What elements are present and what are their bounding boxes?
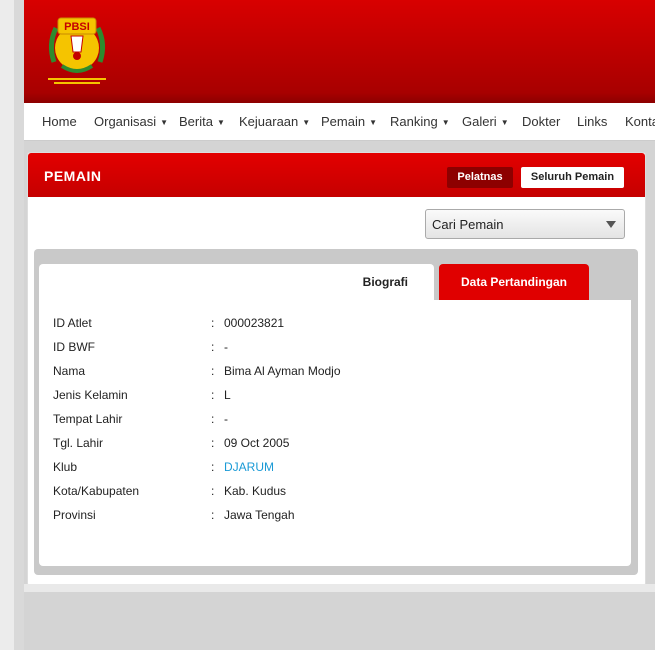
- dropdown-arrow-icon: [606, 221, 616, 228]
- nav-berita[interactable]: Berita ▼: [179, 114, 225, 129]
- nav-ranking[interactable]: Ranking ▼: [390, 114, 450, 129]
- caret-down-icon: ▼: [441, 118, 450, 128]
- panel-footer-bar: [24, 584, 655, 592]
- nav-kejuaraan[interactable]: Kejuaraan ▼: [239, 114, 310, 129]
- bio-label: Jenis Kelamin: [53, 388, 128, 402]
- klub-link[interactable]: DJARUM: [224, 460, 274, 474]
- nav-pemain[interactable]: Pemain ▼: [321, 114, 377, 129]
- cari-pemain-select[interactable]: Cari Pemain: [425, 209, 625, 239]
- page: PBSI Home Organisasi ▼ Berita ▼ Kejuaraan ▼…: [24, 0, 655, 650]
- bio-value: Kab. Kudus: [224, 484, 287, 498]
- panel-header: PEMAIN Pelatnas Seluruh Pemain: [28, 153, 645, 197]
- bio-separator: :: [211, 412, 215, 426]
- site-header: PBSI: [24, 0, 655, 103]
- bio-label: Nama: [53, 364, 86, 378]
- caret-down-icon: ▼: [216, 118, 225, 128]
- nav-home[interactable]: Home: [42, 114, 77, 129]
- tab-data-pertandingan[interactable]: Data Pertandingan: [439, 264, 589, 300]
- biografi-content: ID Atlet:000023821 ID BWF: - Nama: Bima Al…: [39, 300, 631, 566]
- bio-value: -: [224, 412, 228, 426]
- bio-separator: :: [211, 436, 215, 450]
- nav-kontak[interactable]: Konta: [625, 114, 655, 129]
- pemain-panel: PEMAIN Pelatnas Seluruh Pemain Cari Pema…: [27, 152, 646, 586]
- bio-separator: :: [211, 508, 215, 522]
- bio-value: 000023821: [224, 316, 285, 330]
- bio-value: Jawa Tengah: [224, 508, 295, 522]
- bio-value: -: [224, 340, 228, 354]
- bio-label: Provinsi: [53, 508, 96, 522]
- tab-data-pertandingan-label: Data Pertandingan: [460, 275, 568, 289]
- tab-biografi-label: Biografi: [362, 275, 408, 289]
- seluruh-pemain-button[interactable]: Seluruh Pemain: [521, 167, 624, 188]
- bio-value: L: [224, 388, 231, 402]
- caret-down-icon: ▼: [369, 118, 377, 128]
- bio-value: 09 Oct 2005: [224, 436, 290, 450]
- bio-label: Klub: [53, 460, 78, 474]
- bio-value: Bima Al Ayman Modjo: [224, 364, 341, 378]
- bio-label: Tempat Lahir: [53, 412, 123, 426]
- logo-text: PBSI: [64, 21, 90, 33]
- bio-separator: :: [211, 484, 215, 498]
- tab-biografi[interactable]: Biografi: [39, 264, 434, 300]
- caret-down-icon: ▼: [160, 118, 169, 128]
- select-label: Cari Pemain: [432, 217, 504, 232]
- caret-down-icon: ▼: [500, 118, 509, 128]
- bio-label: ID Atlet: [53, 316, 92, 330]
- bio-separator: :: [211, 388, 215, 402]
- bio-label: Tgl. Lahir: [53, 436, 104, 450]
- bio-separator: :: [211, 364, 215, 378]
- caret-down-icon: ▼: [302, 118, 311, 128]
- bio-separator: :: [211, 460, 215, 474]
- main-navbar: Home Organisasi ▼ Berita ▼ Kejuaraan ▼ Pema…: [24, 103, 655, 141]
- nav-galeri[interactable]: Galeri ▼: [462, 114, 509, 129]
- bio-label: Kota/Kabupaten: [53, 484, 140, 498]
- pelatnas-button[interactable]: Pelatnas: [447, 167, 513, 188]
- pbsi-logo[interactable]: PBSI: [44, 14, 110, 88]
- tabs-container: Biografi Data Pertandingan ID Atlet:0000…: [34, 249, 638, 575]
- bio-label: ID BWF: [53, 340, 95, 354]
- nav-links[interactable]: Links: [577, 114, 607, 129]
- nav-organisasi[interactable]: Organisasi ▼: [94, 114, 168, 129]
- bio-separator: :: [211, 316, 215, 330]
- bio-separator: :: [211, 340, 215, 354]
- nav-dokter[interactable]: Dokter: [522, 114, 560, 129]
- left-strip: [0, 0, 14, 650]
- panel-title: PEMAIN: [44, 168, 102, 184]
